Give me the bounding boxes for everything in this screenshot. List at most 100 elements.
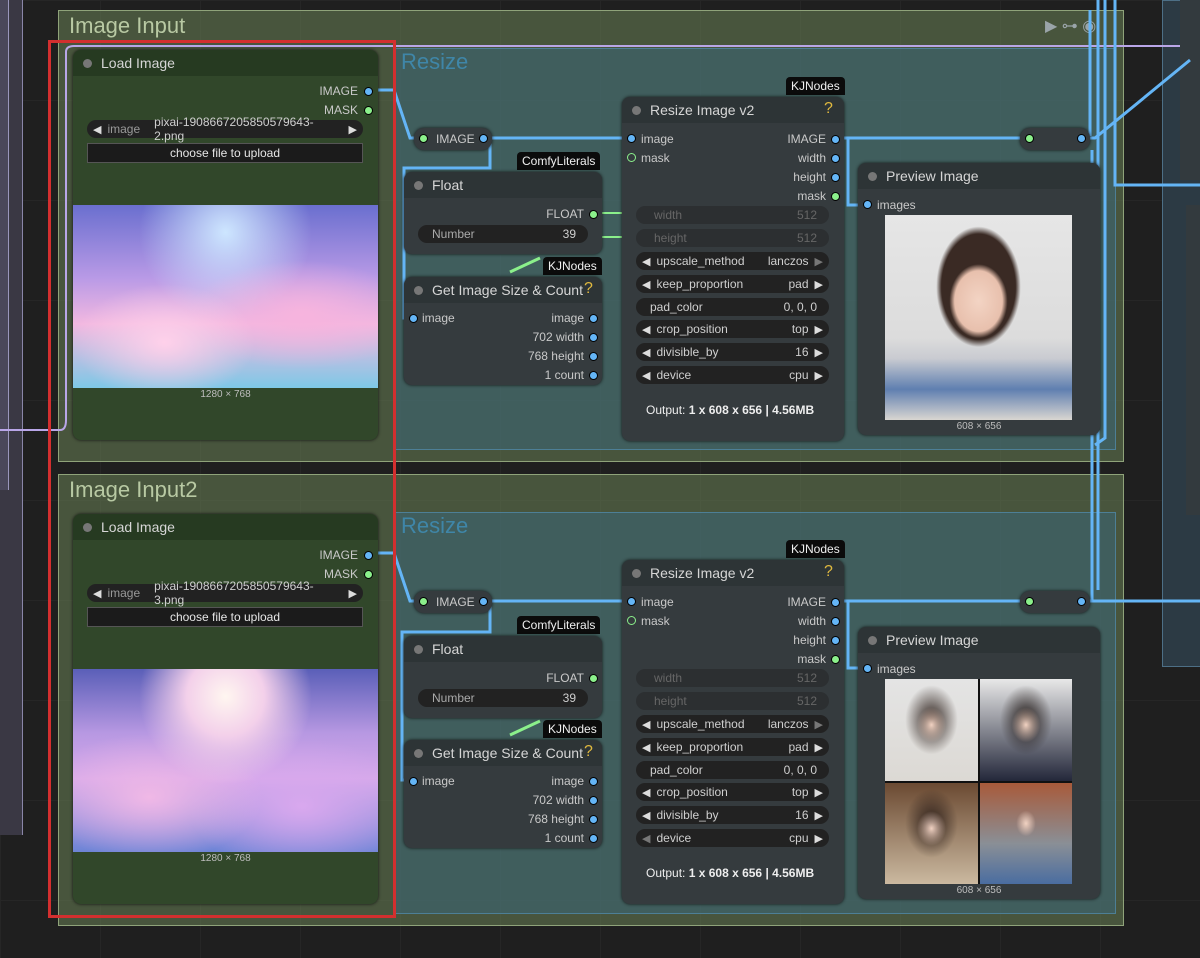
right-arrow-icon[interactable]: ▶: [809, 832, 829, 845]
reroute-output-port[interactable]: [1077, 134, 1086, 143]
output-height-port[interactable]: [831, 173, 840, 182]
node-header[interactable]: Resize Image v2: [622, 97, 844, 123]
right-arrow-icon[interactable]: ▶: [809, 323, 829, 336]
get-image-size-node[interactable]: Get Image Size & Count ? image image 702…: [404, 740, 602, 848]
reroute-output-port[interactable]: [1077, 597, 1086, 606]
output-mask-port[interactable]: [831, 192, 840, 201]
reroute-output-port[interactable]: [479, 597, 488, 606]
reroute-node[interactable]: IMAGE: [414, 128, 492, 150]
output-count-port[interactable]: [589, 834, 598, 843]
left-arrow-icon[interactable]: ◀: [636, 832, 656, 845]
node-header[interactable]: Float: [404, 636, 602, 662]
reroute-node[interactable]: [1020, 591, 1090, 613]
preview-image-node[interactable]: Preview Image images 608 × 656: [858, 163, 1100, 435]
help-icon[interactable]: ?: [824, 563, 833, 581]
node-header[interactable]: Preview Image: [858, 627, 1100, 653]
upscale-method-combo[interactable]: ◀ upscale_method lanczos ▶: [636, 715, 829, 733]
output-count-port[interactable]: [589, 371, 598, 380]
collapse-dot[interactable]: [414, 285, 423, 295]
right-arrow-icon[interactable]: ▶: [809, 809, 829, 822]
preview-image-node[interactable]: Preview Image images 608 × 656: [858, 627, 1100, 899]
left-arrow-icon[interactable]: ◀: [636, 278, 656, 291]
device-combo[interactable]: ◀ device cpu ▶: [636, 366, 829, 384]
right-arrow-icon[interactable]: ▶: [809, 741, 829, 754]
output-height-port[interactable]: [589, 815, 598, 824]
node-header[interactable]: Preview Image: [858, 163, 1100, 189]
float-node[interactable]: Float FLOAT Number 39: [404, 636, 602, 718]
input-image-port[interactable]: [627, 597, 636, 606]
width-widget[interactable]: width 512: [636, 206, 829, 224]
input-mask-port[interactable]: [627, 153, 636, 162]
resize-image-node[interactable]: Resize Image v2 ? image mask IMAGE width…: [622, 97, 844, 441]
keep-proportion-combo[interactable]: ◀ keep_proportion pad ▶: [636, 275, 829, 293]
right-arrow-icon[interactable]: ▶: [809, 255, 829, 268]
node-header[interactable]: Resize Image v2: [622, 560, 844, 586]
input-images-port[interactable]: [863, 200, 872, 209]
reroute-input-port[interactable]: [1025, 597, 1034, 606]
reroute-output-port[interactable]: [479, 134, 488, 143]
pad-color-field[interactable]: pad_color 0, 0, 0: [636, 761, 829, 779]
output-width-port[interactable]: [831, 154, 840, 163]
left-arrow-icon[interactable]: ◀: [636, 369, 656, 382]
collapse-dot[interactable]: [632, 568, 641, 578]
help-icon[interactable]: ?: [584, 743, 593, 761]
crop-position-combo[interactable]: ◀ crop_position top ▶: [636, 783, 829, 801]
input-images-port[interactable]: [863, 664, 872, 673]
left-arrow-icon[interactable]: ◀: [636, 741, 656, 754]
right-arrow-icon[interactable]: ▶: [809, 278, 829, 291]
output-image-port[interactable]: [589, 314, 598, 323]
crop-position-combo[interactable]: ◀ crop_position top ▶: [636, 320, 829, 338]
collapse-dot[interactable]: [868, 635, 877, 645]
left-arrow-icon[interactable]: ◀: [636, 809, 656, 822]
node-header[interactable]: Get Image Size & Count: [404, 277, 602, 303]
left-arrow-icon[interactable]: ◀: [636, 323, 656, 336]
output-width-port[interactable]: [589, 333, 598, 342]
number-widget[interactable]: Number 39: [418, 225, 588, 243]
height-widget[interactable]: height 512: [636, 229, 829, 247]
get-image-size-node[interactable]: Get Image Size & Count ? image image 702…: [404, 277, 602, 385]
width-widget[interactable]: width 512: [636, 669, 829, 687]
float-node[interactable]: Float FLOAT Number 39: [404, 172, 602, 254]
output-image-port[interactable]: [831, 598, 840, 607]
right-arrow-icon[interactable]: ▶: [809, 718, 829, 731]
left-arrow-icon[interactable]: ◀: [636, 346, 656, 359]
node-header[interactable]: Float: [404, 172, 602, 198]
input-image-port[interactable]: [627, 134, 636, 143]
collapse-dot[interactable]: [414, 644, 423, 654]
right-arrow-icon[interactable]: ▶: [809, 369, 829, 382]
left-arrow-icon[interactable]: ◀: [636, 786, 656, 799]
output-image-port[interactable]: [589, 777, 598, 786]
pad-color-field[interactable]: pad_color 0, 0, 0: [636, 298, 829, 316]
divisible-by-stepper[interactable]: ◀ divisible_by 16 ▶: [636, 343, 829, 361]
output-image-port[interactable]: [831, 135, 840, 144]
help-icon[interactable]: ?: [824, 100, 833, 118]
reroute-node[interactable]: IMAGE: [414, 591, 492, 613]
height-widget[interactable]: height 512: [636, 692, 829, 710]
collapse-dot[interactable]: [414, 748, 423, 758]
input-image-port[interactable]: [409, 777, 418, 786]
help-icon[interactable]: ?: [584, 280, 593, 298]
output-mask-port[interactable]: [831, 655, 840, 664]
right-arrow-icon[interactable]: ▶: [809, 346, 829, 359]
output-height-port[interactable]: [831, 636, 840, 645]
right-arrow-icon[interactable]: ▶: [809, 786, 829, 799]
left-arrow-icon[interactable]: ◀: [636, 255, 656, 268]
node-header[interactable]: Get Image Size & Count: [404, 740, 602, 766]
collapse-dot[interactable]: [414, 180, 423, 190]
divisible-by-stepper[interactable]: ◀ divisible_by 16 ▶: [636, 806, 829, 824]
output-float-port[interactable]: [589, 210, 598, 219]
reroute-input-port[interactable]: [419, 134, 428, 143]
collapse-dot[interactable]: [868, 171, 877, 181]
number-widget[interactable]: Number 39: [418, 689, 588, 707]
output-width-port[interactable]: [589, 796, 598, 805]
collapse-dot[interactable]: [632, 105, 641, 115]
resize-image-node[interactable]: Resize Image v2 ? image mask IMAGE width…: [622, 560, 844, 904]
output-float-port[interactable]: [589, 674, 598, 683]
output-height-port[interactable]: [589, 352, 598, 361]
reroute-node[interactable]: [1020, 128, 1090, 150]
left-arrow-icon[interactable]: ◀: [636, 718, 656, 731]
output-width-port[interactable]: [831, 617, 840, 626]
input-image-port[interactable]: [409, 314, 418, 323]
reroute-input-port[interactable]: [1025, 134, 1034, 143]
upscale-method-combo[interactable]: ◀ upscale_method lanczos ▶: [636, 252, 829, 270]
